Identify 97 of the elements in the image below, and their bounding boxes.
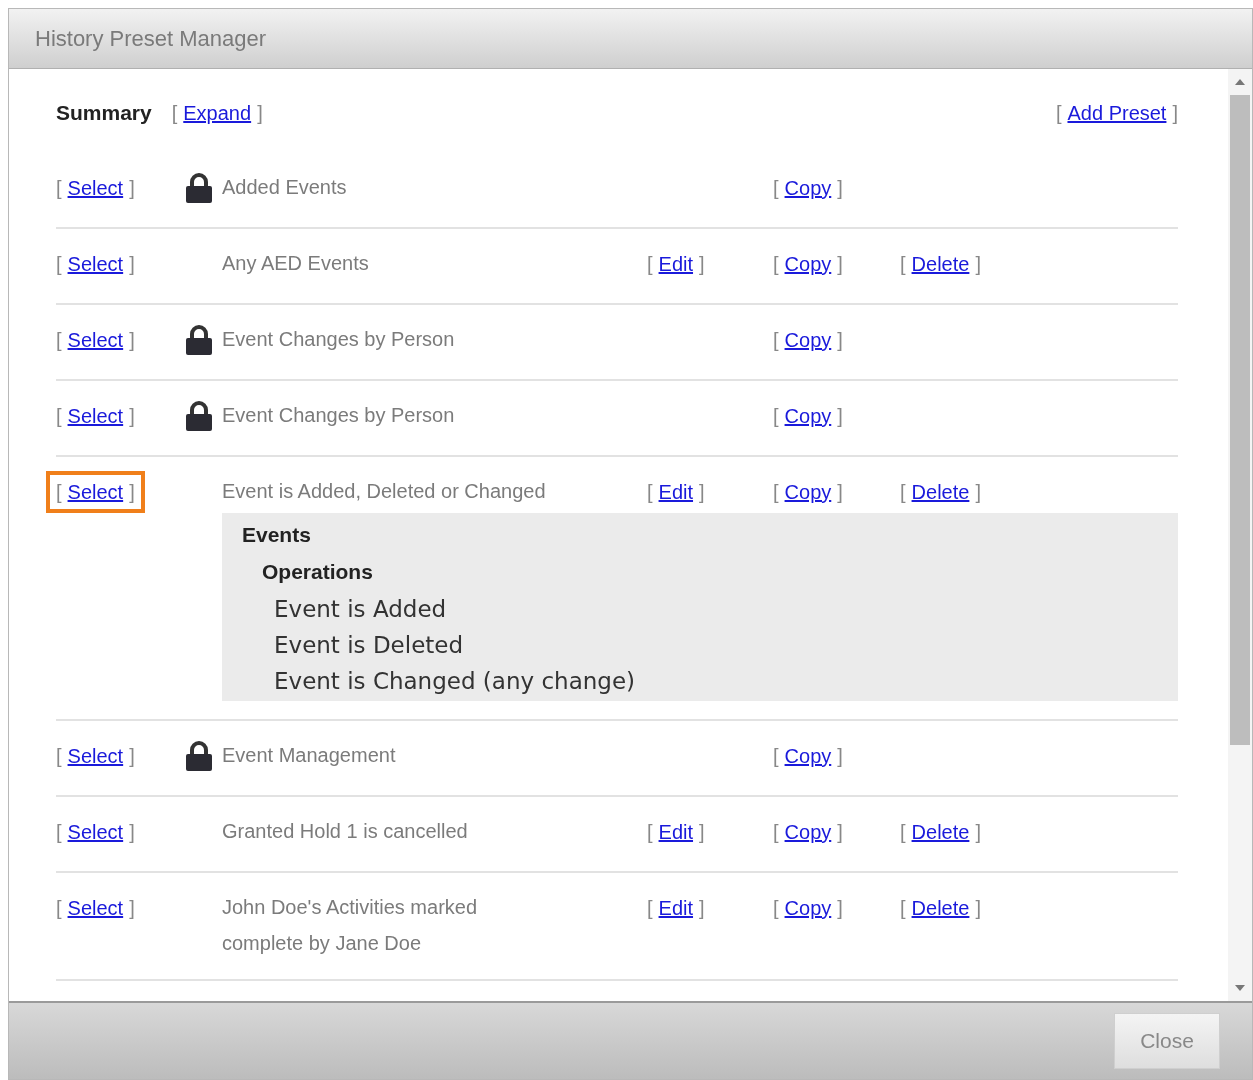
bracket: ] <box>129 819 135 845</box>
preset-name: Event Changes by Person <box>222 326 456 352</box>
edit-link[interactable]: Edit <box>658 816 694 847</box>
copy-link[interactable]: Copy <box>784 400 832 431</box>
edit-link[interactable]: Edit <box>658 892 694 923</box>
preset-name: Any AED Events <box>222 250 370 276</box>
select-link[interactable]: Select <box>67 172 124 203</box>
bracket: ] <box>975 819 981 845</box>
bracket: ] <box>129 251 135 277</box>
preset-name: Event Changes by Person <box>222 402 456 428</box>
select-link[interactable]: Select <box>67 740 124 771</box>
bracket: ] <box>1172 100 1178 126</box>
bracket: ] <box>699 479 705 505</box>
bracket: [ <box>647 479 653 505</box>
select-link[interactable]: Select <box>67 400 124 431</box>
bracket: ] <box>699 895 705 921</box>
copy-link[interactable]: Copy <box>784 892 832 923</box>
delete-link[interactable]: Delete <box>911 816 970 847</box>
copy-link[interactable]: Copy <box>784 476 832 507</box>
bracket: ] <box>129 327 135 353</box>
bracket: ] <box>257 100 263 126</box>
preset-name: Added Events <box>222 174 348 200</box>
bracket: [ <box>56 479 62 505</box>
summary-label: Summary <box>56 100 152 126</box>
bracket: [ <box>171 100 178 126</box>
bracket: [ <box>773 175 779 201</box>
bracket: ] <box>837 743 843 769</box>
bracket: ] <box>699 251 705 277</box>
select-link[interactable]: Select <box>67 476 124 507</box>
bracket: [ <box>56 327 62 353</box>
bracket: ] <box>837 251 843 277</box>
details-item: Event is Added <box>273 594 447 624</box>
bracket: ] <box>129 895 135 921</box>
bracket: ] <box>837 895 843 921</box>
select-link[interactable]: Select <box>67 324 124 355</box>
copy-link[interactable]: Copy <box>784 248 832 279</box>
preset-name: Event Management <box>222 742 397 768</box>
bracket: [ <box>900 251 906 277</box>
bracket: [ <box>56 895 62 921</box>
bracket: [ <box>773 251 779 277</box>
select-link[interactable]: Select <box>67 248 124 279</box>
edit-link[interactable]: Edit <box>658 248 694 279</box>
details-heading: Events <box>242 521 312 548</box>
bracket: ] <box>129 479 135 505</box>
bracket: ] <box>837 327 843 353</box>
bracket: [ <box>1055 100 1062 126</box>
bracket: ] <box>837 819 843 845</box>
bracket: [ <box>773 743 779 769</box>
scrollbar-thumb[interactable] <box>1230 95 1250 745</box>
bracket: ] <box>699 819 705 845</box>
bracket: ] <box>129 403 135 429</box>
bracket: ] <box>837 403 843 429</box>
edit-link[interactable]: Edit <box>658 476 694 507</box>
bracket: [ <box>900 819 906 845</box>
details-item: Event is Deleted <box>273 630 464 660</box>
delete-link[interactable]: Delete <box>911 248 970 279</box>
copy-link[interactable]: Copy <box>784 324 832 355</box>
bracket: [ <box>56 743 62 769</box>
bracket: [ <box>56 819 62 845</box>
details-subheading: Operations <box>261 558 374 585</box>
preset-name: John Doe's Activities marked complete by Jane Doe <box>222 894 479 956</box>
bracket: [ <box>56 175 62 201</box>
bracket: ] <box>129 175 135 201</box>
bracket: [ <box>773 819 779 845</box>
copy-link[interactable]: Copy <box>784 740 832 771</box>
bracket: [ <box>647 819 653 845</box>
select-link[interactable]: Select <box>67 892 124 923</box>
select-link[interactable]: Select <box>67 816 124 847</box>
copy-link[interactable]: Copy <box>784 172 832 203</box>
bracket: [ <box>647 251 653 277</box>
bracket: [ <box>773 403 779 429</box>
scrollbar[interactable] <box>1228 69 1252 1001</box>
bracket: ] <box>975 251 981 277</box>
bracket: [ <box>900 895 906 921</box>
window-title: History Preset Manager <box>35 25 267 53</box>
bracket: ] <box>975 479 981 505</box>
add-preset-link[interactable]: Add Preset <box>1067 97 1167 128</box>
bracket: ] <box>837 479 843 505</box>
bracket: [ <box>773 895 779 921</box>
bracket: [ <box>773 327 779 353</box>
bracket: [ <box>900 479 906 505</box>
bracket: ] <box>129 743 135 769</box>
bracket: [ <box>56 403 62 429</box>
details-item: Event is Changed (any change) <box>273 666 636 696</box>
bracket: ] <box>837 175 843 201</box>
delete-link[interactable]: Delete <box>911 892 970 923</box>
scroll-up-icon[interactable] <box>1235 79 1245 85</box>
bracket: [ <box>56 251 62 277</box>
scroll-down-icon[interactable] <box>1235 985 1245 991</box>
preset-name: Granted Hold 1 is cancelled <box>222 818 469 844</box>
bracket: [ <box>647 895 653 921</box>
delete-link[interactable]: Delete <box>911 476 970 507</box>
bracket: [ <box>773 479 779 505</box>
preset-name: Event is Added, Deleted or Changed <box>222 478 547 504</box>
expand-link[interactable]: Expand <box>183 97 252 128</box>
bracket: ] <box>975 895 981 921</box>
copy-link[interactable]: Copy <box>784 816 832 847</box>
